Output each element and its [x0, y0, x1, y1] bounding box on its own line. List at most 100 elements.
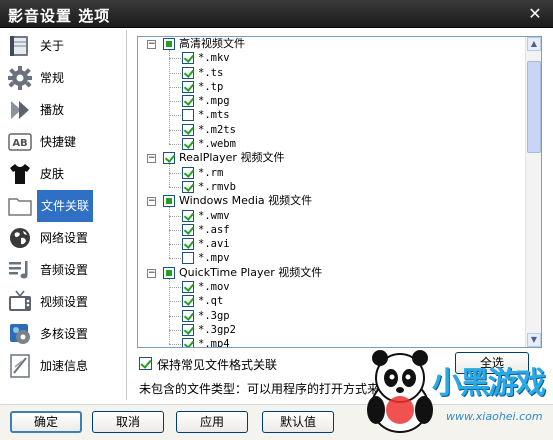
extension-label: *.mov — [198, 281, 230, 294]
tree-group: − QuickTime Player 视频文件 — [138, 266, 526, 280]
tree-connector — [169, 186, 181, 188]
tree-connector — [169, 115, 181, 117]
group-label: RealPlayer 视频文件 — [179, 151, 285, 165]
extension-label: *.qt — [198, 295, 224, 308]
extension-label: *.mpg — [198, 95, 230, 108]
tree-connector — [169, 287, 181, 289]
keep-common-check[interactable] — [139, 357, 152, 370]
scroll-thumb[interactable] — [527, 61, 541, 153]
tree-connector — [169, 164, 170, 187]
book-icon — [7, 33, 33, 59]
extension-label: *.3gp2 — [198, 323, 236, 336]
tree-item: *.ts — [138, 66, 526, 80]
extension-checkbox[interactable] — [182, 238, 194, 251]
svg-text:AB: AB — [12, 138, 27, 149]
tree-item: *.wmv — [138, 209, 526, 223]
title-bar: 影音设置 选项 ✕ — [0, 0, 553, 28]
tree-scrollbar[interactable]: ▲ ▼ — [525, 37, 541, 347]
tree-connector — [169, 72, 181, 74]
collapse-toggle-icon[interactable]: − — [147, 40, 156, 49]
file-type-tree[interactable]: − 高清视频文件 *.mkv *.ts *.tp *.mpg *.mts *.m2ts *.we… — [137, 36, 542, 348]
tree-item: *.m2ts — [138, 123, 526, 137]
extension-label: *.rmvb — [198, 180, 236, 193]
sidebar-item-label: 多核设置 — [40, 327, 89, 341]
extension-label: *.tp — [198, 80, 224, 93]
tree-connector — [169, 278, 170, 345]
sidebar-item-0[interactable]: 关于 — [2, 30, 120, 62]
collapse-toggle-icon[interactable]: − — [147, 154, 156, 164]
sidebar-item-label: 文件关联 — [37, 190, 94, 222]
collapse-toggle-icon[interactable]: − — [147, 268, 156, 278]
tree-item: *.rmvb — [138, 180, 526, 194]
tree-connector — [169, 301, 181, 303]
sidebar-item-label: 快捷键 — [40, 135, 77, 149]
sidebar-item-3[interactable]: AB 快捷键 — [2, 126, 120, 158]
extension-checkbox[interactable] — [182, 52, 194, 65]
audio-list-icon — [7, 257, 33, 283]
group-checkbox[interactable] — [163, 266, 175, 279]
multicore-gear-icon — [7, 321, 33, 347]
tree-connector — [169, 101, 181, 103]
keep-common-label: 保持常见文件格式关联 — [157, 358, 278, 372]
extension-checkbox[interactable] — [182, 295, 194, 308]
sidebar-item-2[interactable]: 播放 — [2, 94, 120, 126]
group-checkbox[interactable] — [163, 152, 175, 165]
extension-checkbox[interactable] — [182, 138, 194, 151]
extension-label: *.3gp — [198, 309, 230, 322]
extension-checkbox[interactable] — [182, 109, 194, 122]
extension-checkbox[interactable] — [182, 180, 194, 193]
sidebar-item-label: 视频设置 — [40, 295, 89, 309]
sidebar-item-label: 常规 — [40, 71, 65, 85]
apply-button[interactable]: 应用 — [176, 411, 248, 433]
tree-connector — [169, 258, 181, 260]
tree-connector — [169, 207, 170, 259]
extension-checkbox[interactable] — [182, 309, 194, 322]
extension-checkbox[interactable] — [182, 123, 194, 136]
tree-group: − Windows Media 视频文件 — [138, 194, 526, 208]
sidebar-item-9[interactable]: 多核设置 — [2, 318, 120, 350]
sidebar-item-1[interactable]: 常规 — [2, 62, 120, 94]
tree-connector — [169, 215, 181, 217]
extension-checkbox[interactable] — [182, 223, 194, 236]
extension-label: *.webm — [198, 138, 236, 151]
sidebar-item-8[interactable]: 视频设置 — [2, 286, 120, 318]
tree-connector — [169, 315, 181, 317]
extension-checkbox[interactable] — [182, 252, 194, 265]
extension-checkbox[interactable] — [182, 166, 194, 179]
tree-item: *.mts — [138, 108, 526, 122]
group-checkbox[interactable] — [163, 195, 175, 208]
collapse-toggle-icon[interactable]: − — [147, 197, 156, 207]
extension-label: *.m2ts — [198, 123, 236, 136]
settings-sidebar: 关于常规播放 AB 快捷键皮肤 文件关联 网络设置音频设置视频设置多核设置加速信息 — [2, 30, 120, 398]
group-checkbox[interactable] — [163, 38, 175, 50]
panda-mascot-icon — [367, 350, 433, 433]
tree-connector — [169, 144, 181, 146]
default-button[interactable]: 默认值 — [262, 411, 334, 433]
extension-label: *.mp4 — [198, 338, 230, 348]
extension-checkbox[interactable] — [182, 80, 194, 93]
cancel-button[interactable]: 取消 — [92, 411, 164, 433]
extension-checkbox[interactable] — [182, 209, 194, 222]
sidebar-item-label: 加速信息 — [40, 359, 89, 373]
extension-checkbox[interactable] — [182, 323, 194, 336]
sidebar-item-7[interactable]: 音频设置 — [2, 254, 120, 286]
scroll-up-button[interactable]: ▲ — [527, 37, 541, 51]
sidebar-item-4[interactable]: 皮肤 — [2, 158, 120, 190]
sidebar-item-label: 音频设置 — [40, 263, 89, 277]
extension-checkbox[interactable] — [182, 95, 194, 108]
extension-checkbox[interactable] — [182, 66, 194, 79]
extension-label: *.wmv — [198, 209, 230, 222]
sidebar-item-6[interactable]: 网络设置 — [2, 222, 120, 254]
sidebar-item-5[interactable]: 文件关联 — [2, 190, 120, 222]
watermark-site: www.xiaohei.com — [446, 410, 543, 423]
extension-label: *.ts — [198, 66, 224, 79]
extension-checkbox[interactable] — [182, 338, 194, 347]
ok-button[interactable]: 确定 — [10, 411, 82, 433]
tree-item: *.mpv — [138, 251, 526, 265]
extension-checkbox[interactable] — [182, 281, 194, 294]
globe-icon — [7, 225, 33, 251]
close-icon[interactable]: ✕ — [525, 4, 545, 24]
sidebar-item-10[interactable]: 加速信息 — [2, 350, 120, 382]
tree-item: *.mov — [138, 280, 526, 294]
tree-item: *.rm — [138, 166, 526, 180]
